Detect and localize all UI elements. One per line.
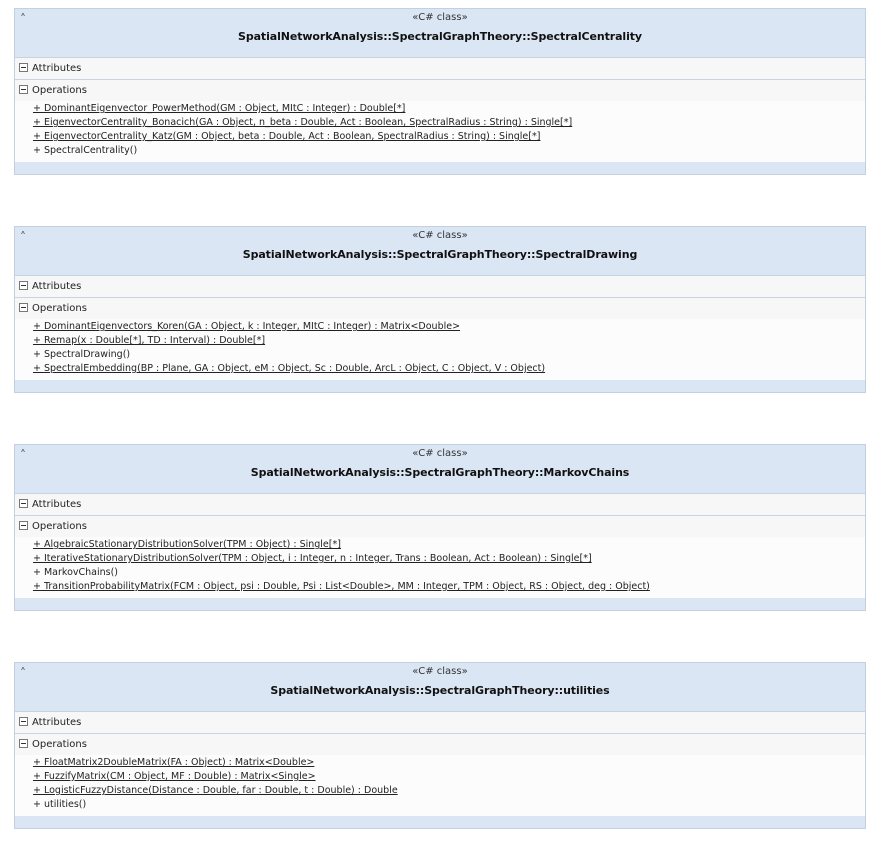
- class-name: SpatialNetworkAnalysis::SpectralGraphThe…: [242, 248, 638, 261]
- operation-item[interactable]: + SpectralDrawing(): [15, 348, 865, 362]
- operation-item[interactable]: + MarkovChains(): [15, 566, 865, 580]
- operations-label: Operations: [32, 521, 87, 532]
- attributes-compartment[interactable]: Attributes: [15, 711, 865, 733]
- operation-item[interactable]: + EigenvectorCentrality_Katz(GM : Object…: [15, 130, 865, 144]
- uml-class-utilities[interactable]: ˄ «C# class» SpatialNetworkAnalysis::Spe…: [14, 662, 866, 829]
- operations-label: Operations: [32, 303, 87, 314]
- operations-list: + AlgebraicStationaryDistributionSolver(…: [15, 537, 865, 598]
- operation-item[interactable]: + FloatMatrix2DoubleMatrix(FA : Object) …: [15, 756, 865, 770]
- class-footer: [15, 380, 865, 392]
- collapse-toggle-icon[interactable]: [19, 303, 28, 312]
- class-footer: [15, 816, 865, 828]
- collapse-toggle-icon[interactable]: [19, 63, 28, 72]
- attributes-label: Attributes: [32, 499, 82, 510]
- operations-compartment[interactable]: Operations: [15, 515, 865, 537]
- class-stereotype: «C# class»: [412, 448, 468, 459]
- operations-compartment[interactable]: Operations: [15, 79, 865, 101]
- class-name: SpatialNetworkAnalysis::SpectralGraphThe…: [270, 684, 610, 697]
- class-stereotype: «C# class»: [412, 12, 468, 23]
- class-stereotype: «C# class»: [412, 230, 468, 241]
- uml-class-spectral-centrality[interactable]: ˄ «C# class» SpatialNetworkAnalysis::Spe…: [14, 8, 866, 175]
- operation-item[interactable]: + AlgebraicStationaryDistributionSolver(…: [15, 538, 865, 552]
- collapse-toggle-icon[interactable]: [19, 499, 28, 508]
- operation-item[interactable]: + utilities(): [15, 798, 865, 812]
- uml-class-spectral-drawing[interactable]: ˄ «C# class» SpatialNetworkAnalysis::Spe…: [14, 226, 866, 393]
- collapse-toggle-icon[interactable]: [19, 717, 28, 726]
- operation-item[interactable]: + SpectralCentrality(): [15, 144, 865, 158]
- collapse-toggle-icon[interactable]: [19, 739, 28, 748]
- collapse-toggle-icon[interactable]: [19, 281, 28, 290]
- class-footer: [15, 162, 865, 174]
- class-name: SpatialNetworkAnalysis::SpectralGraphThe…: [250, 466, 630, 479]
- attributes-label: Attributes: [32, 63, 82, 74]
- attributes-label: Attributes: [32, 281, 82, 292]
- operations-list: + DominantEigenvectors_Koren(GA : Object…: [15, 319, 865, 380]
- operations-label: Operations: [32, 85, 87, 96]
- operation-item[interactable]: + LogisticFuzzyDistance(Distance : Doubl…: [15, 784, 865, 798]
- collapse-toggle-icon[interactable]: [19, 521, 28, 530]
- class-header: ˄ «C# class» SpatialNetworkAnalysis::Spe…: [15, 9, 865, 57]
- operation-item[interactable]: + Remap(x : Double[*], TD : Interval) : …: [15, 334, 865, 348]
- attributes-compartment[interactable]: Attributes: [15, 493, 865, 515]
- operation-item[interactable]: + FuzzifyMatrix(CM : Object, MF : Double…: [15, 770, 865, 784]
- operations-label: Operations: [32, 739, 87, 750]
- attributes-compartment[interactable]: Attributes: [15, 57, 865, 79]
- operations-compartment[interactable]: Operations: [15, 733, 865, 755]
- operation-item[interactable]: + TransitionProbabilityMatrix(FCM : Obje…: [15, 580, 865, 594]
- uml-class-markov-chains[interactable]: ˄ «C# class» SpatialNetworkAnalysis::Spe…: [14, 444, 866, 611]
- attributes-compartment[interactable]: Attributes: [15, 275, 865, 297]
- operation-item[interactable]: + DominantEigenvectors_Koren(GA : Object…: [15, 320, 865, 334]
- class-header: ˄ «C# class» SpatialNetworkAnalysis::Spe…: [15, 445, 865, 493]
- class-stereotype: «C# class»: [412, 666, 468, 677]
- operation-item[interactable]: + SpectralEmbedding(BP : Plane, GA : Obj…: [15, 362, 865, 376]
- class-name: SpatialNetworkAnalysis::SpectralGraphThe…: [238, 30, 642, 43]
- operations-list: + DominantEigenvector_PowerMethod(GM : O…: [15, 101, 865, 162]
- operation-item[interactable]: + IterativeStationaryDistributionSolver(…: [15, 552, 865, 566]
- attributes-label: Attributes: [32, 717, 82, 728]
- class-header: ˄ «C# class» SpatialNetworkAnalysis::Spe…: [15, 227, 865, 275]
- collapse-toggle-icon[interactable]: [19, 85, 28, 94]
- operations-compartment[interactable]: Operations: [15, 297, 865, 319]
- class-footer: [15, 598, 865, 610]
- operation-item[interactable]: + EigenvectorCentrality_Bonacich(GA : Ob…: [15, 116, 865, 130]
- operation-item[interactable]: + DominantEigenvector_PowerMethod(GM : O…: [15, 102, 865, 116]
- operations-list: + FloatMatrix2DoubleMatrix(FA : Object) …: [15, 755, 865, 816]
- class-header: ˄ «C# class» SpatialNetworkAnalysis::Spe…: [15, 663, 865, 711]
